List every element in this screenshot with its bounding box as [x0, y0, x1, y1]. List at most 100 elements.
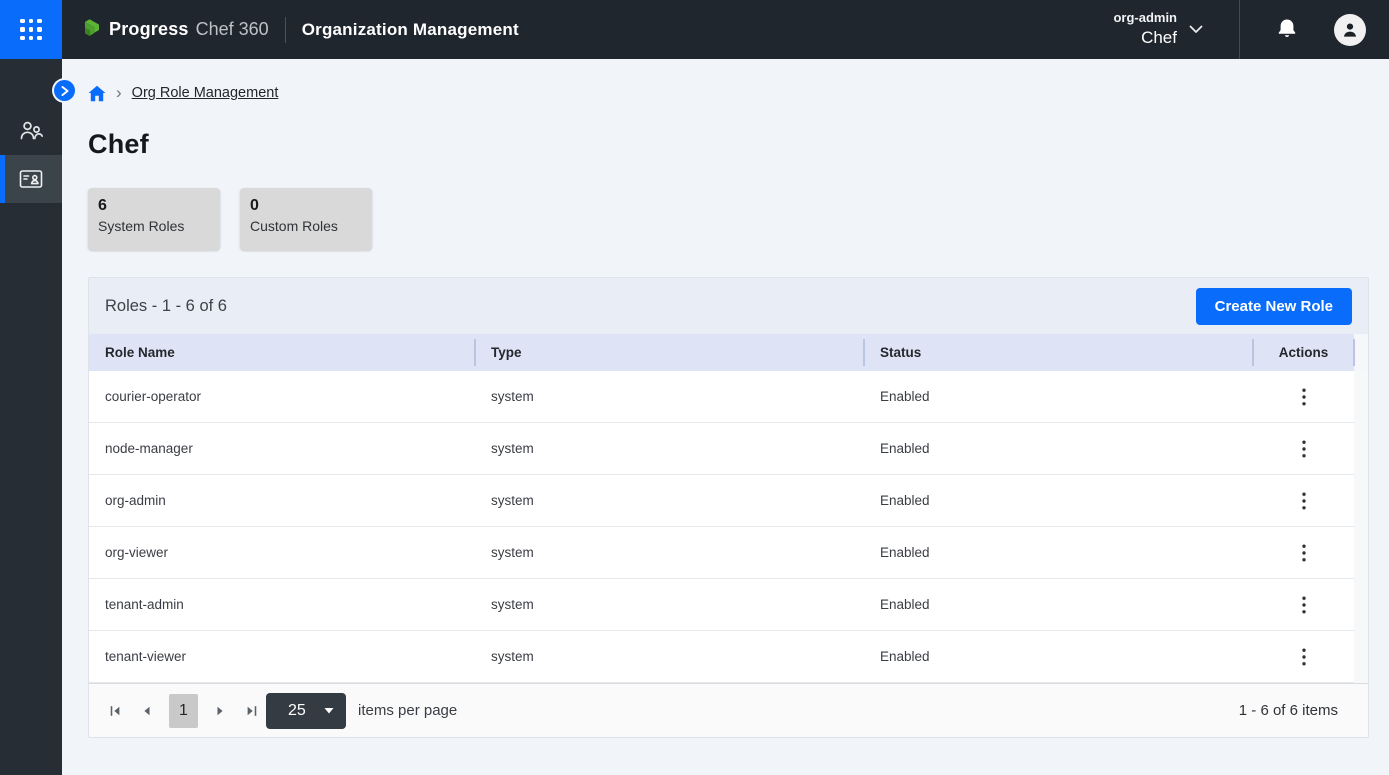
last-page-button[interactable] [244, 701, 260, 721]
cell-type: system [475, 527, 864, 578]
cell-role-name: org-admin [89, 475, 475, 526]
breadcrumb-link-org-role-management[interactable]: Org Role Management [132, 85, 279, 101]
table-scrollbar-gutter[interactable] [1354, 371, 1368, 683]
app-switcher-button[interactable] [0, 0, 62, 59]
sidebar-item-org-roles[interactable] [0, 155, 62, 203]
column-header-status[interactable]: Status [864, 334, 1253, 371]
breadcrumb-separator-icon: › [116, 84, 122, 103]
first-page-button[interactable] [107, 701, 123, 721]
cell-status: Enabled [864, 371, 1253, 422]
row-actions-menu-button[interactable] [1289, 642, 1319, 672]
sidebar-expand-toggle[interactable] [54, 80, 75, 101]
cell-role-name: node-manager [89, 423, 475, 474]
main-content: › Org Role Management Chef 6 System Role… [62, 59, 1389, 775]
stat-cards: 6 System Roles 0 Custom Roles [88, 188, 1369, 250]
cell-actions [1253, 631, 1354, 682]
pagination-range-label: 1 - 6 of 6 items [1239, 702, 1338, 719]
cell-actions [1253, 423, 1354, 474]
breadcrumb: › Org Role Management [88, 83, 1369, 103]
column-header-type[interactable]: Type [475, 334, 864, 371]
org-switcher-org: Chef [1141, 27, 1177, 49]
kebab-menu-icon [1302, 388, 1306, 406]
org-switcher-role: org-admin [1113, 10, 1177, 27]
stat-value: 6 [98, 197, 210, 215]
bell-icon [1276, 18, 1298, 42]
column-header-actions: Actions [1253, 334, 1354, 371]
app-title: Organization Management [302, 20, 519, 40]
account-button[interactable] [1334, 14, 1366, 46]
sidebar [0, 59, 62, 775]
top-bar: Progress Chef 360 Organization Managemen… [0, 0, 1389, 59]
row-actions-menu-button[interactable] [1289, 538, 1319, 568]
last-page-icon [245, 704, 259, 718]
table-row: courier-operator system Enabled [89, 371, 1354, 423]
stat-card-system-roles: 6 System Roles [88, 188, 220, 250]
column-header-role-name[interactable]: Role Name [89, 334, 475, 371]
table-row: tenant-admin system Enabled [89, 579, 1354, 631]
row-actions-menu-button[interactable] [1289, 590, 1319, 620]
cell-type: system [475, 579, 864, 630]
stat-label: System Roles [98, 218, 210, 234]
home-icon[interactable] [88, 85, 106, 102]
apps-grid-icon [20, 19, 42, 41]
cell-actions [1253, 371, 1354, 422]
create-new-role-button[interactable]: Create New Role [1196, 288, 1352, 325]
kebab-menu-icon [1302, 440, 1306, 458]
table-row: org-viewer system Enabled [89, 527, 1354, 579]
header-scrollbar-spacer [1354, 334, 1368, 371]
progress-chevron-logo-icon [78, 18, 102, 42]
kebab-menu-icon [1302, 596, 1306, 614]
id-badge-icon [18, 167, 44, 191]
row-actions-menu-button[interactable] [1289, 434, 1319, 464]
roles-table-card: Roles - 1 - 6 of 6 Create New Role Role … [88, 277, 1369, 738]
cell-status: Enabled [864, 527, 1253, 578]
sidebar-item-users[interactable] [0, 107, 62, 155]
dropdown-caret-icon [324, 707, 334, 714]
brand-logo: Progress Chef 360 [78, 18, 269, 42]
cell-type: system [475, 423, 864, 474]
cell-status: Enabled [864, 475, 1253, 526]
table-footer: 1 25 items per page 1 [89, 683, 1368, 737]
first-page-icon [108, 704, 122, 718]
cell-status: Enabled [864, 579, 1253, 630]
items-per-page-label: items per page [358, 702, 457, 719]
org-switcher[interactable]: org-admin Chef [1113, 10, 1203, 49]
row-actions-menu-button[interactable] [1289, 486, 1319, 516]
cell-role-name: tenant-viewer [89, 631, 475, 682]
page-number-button[interactable]: 1 [169, 694, 198, 728]
users-icon [17, 118, 45, 144]
prev-page-button[interactable] [138, 701, 154, 721]
chevron-down-icon [1189, 25, 1203, 34]
brand-name-secondary: Chef 360 [196, 19, 269, 40]
next-page-icon [215, 704, 227, 718]
cell-status: Enabled [864, 423, 1253, 474]
cell-type: system [475, 631, 864, 682]
table-body: courier-operator system Enabled node-man… [89, 371, 1368, 683]
cell-role-name: tenant-admin [89, 579, 475, 630]
cell-type: system [475, 371, 864, 422]
cell-actions [1253, 579, 1354, 630]
topbar-divider [285, 17, 286, 43]
notifications-button[interactable] [1270, 13, 1304, 47]
cell-type: system [475, 475, 864, 526]
cell-actions [1253, 527, 1354, 578]
cell-status: Enabled [864, 631, 1253, 682]
page-size-dropdown[interactable]: 25 [266, 693, 346, 729]
prev-page-icon [140, 704, 152, 718]
table-header-row: Role Name Type Status Actions [89, 334, 1368, 371]
cell-role-name: org-viewer [89, 527, 475, 578]
page-title: Chef [88, 129, 1369, 160]
stat-card-custom-roles: 0 Custom Roles [240, 188, 372, 250]
table-title: Roles - 1 - 6 of 6 [105, 297, 227, 316]
table-row: node-manager system Enabled [89, 423, 1354, 475]
topbar-divider [1239, 0, 1240, 59]
table-toolbar: Roles - 1 - 6 of 6 Create New Role [89, 278, 1368, 334]
next-page-button[interactable] [213, 701, 229, 721]
avatar-icon [1341, 21, 1359, 39]
stat-value: 0 [250, 197, 362, 215]
row-actions-menu-button[interactable] [1289, 382, 1319, 412]
table-body-rows: courier-operator system Enabled node-man… [89, 371, 1354, 683]
kebab-menu-icon [1302, 544, 1306, 562]
brand-name-primary: Progress [109, 19, 189, 40]
kebab-menu-icon [1302, 492, 1306, 510]
